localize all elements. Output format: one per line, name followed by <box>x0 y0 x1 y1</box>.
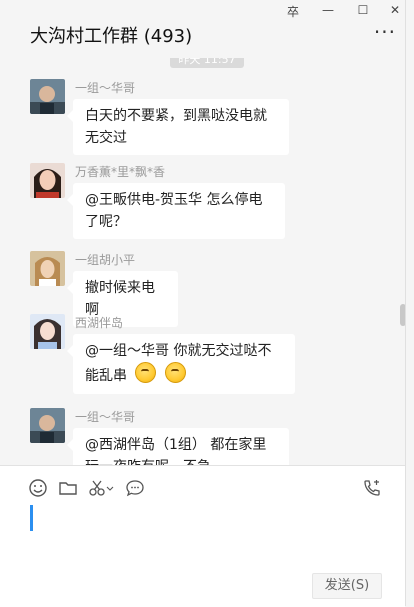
avatar[interactable] <box>30 251 65 286</box>
scissors-icon[interactable] <box>88 478 114 498</box>
message-item: 一组胡小平 撤时候来电啊 <box>30 251 360 327</box>
message-item: 一组～华哥 白天的不要紧，到黑哒没电就无交过 <box>30 79 360 159</box>
emoji-icon[interactable] <box>28 478 48 498</box>
thinking-emoji-icon <box>164 362 186 383</box>
message-item: 一组～华哥 @西湖伴岛（1组） 都在家里玩一夜咋有呢，不急 <box>30 408 360 465</box>
thinking-emoji-icon <box>135 362 157 383</box>
message-input[interactable] <box>20 500 390 565</box>
time-badge: 昨天 11:57 <box>170 58 244 68</box>
message-bubble[interactable]: @王畈供电-贺玉华 怎么停电了呢？ <box>67 183 285 239</box>
message-bubble[interactable]: @一组～华哥 你就无交过哒不能乱串 <box>67 334 295 394</box>
sender-name: 一组胡小平 <box>75 253 136 267</box>
minimize-button[interactable]: — <box>319 3 337 17</box>
message-item: 万香薫*里*飘*香 @王畈供电-贺玉华 怎么停电了呢？ <box>30 163 360 248</box>
title-bar: 大沟村工作群 (493) ··· 卒 — ☐ ✕ <box>0 0 414 58</box>
message-bubble[interactable]: @西湖伴岛（1组） 都在家里玩一夜咋有呢，不急 <box>67 428 289 465</box>
close-button[interactable]: ✕ <box>386 3 404 17</box>
message-list[interactable]: 昨天 11:57 一组～华哥 白天的不要紧，到黑哒没电就无交过 万香薫*里*飘*… <box>0 58 404 465</box>
panel-divider <box>405 0 406 606</box>
folder-icon[interactable] <box>58 478 78 498</box>
chat-title: 大沟村工作群 (493) <box>30 26 193 47</box>
chat-history-icon[interactable] <box>125 478 145 498</box>
maximize-button[interactable]: ☐ <box>354 3 372 17</box>
avatar[interactable] <box>30 408 65 443</box>
send-button[interactable]: 发送(S) <box>312 573 382 599</box>
avatar[interactable] <box>30 314 65 349</box>
avatar[interactable] <box>30 163 65 198</box>
message-bubble[interactable]: 白天的不要紧，到黑哒没电就无交过 <box>67 99 289 155</box>
sender-name: 西湖伴岛 <box>75 316 124 330</box>
sender-name: 一组～华哥 <box>75 81 136 95</box>
voice-call-icon[interactable] <box>362 478 382 498</box>
avatar[interactable] <box>30 79 65 114</box>
more-menu-button[interactable]: ··· <box>374 20 396 44</box>
sender-name: 一组～华哥 <box>75 410 136 424</box>
sender-name: 万香薫*里*飘*香 <box>75 165 166 179</box>
message-item: 西湖伴岛 @一组～华哥 你就无交过哒不能乱串 <box>30 314 360 402</box>
pin-window-button[interactable]: 卒 <box>284 3 302 20</box>
